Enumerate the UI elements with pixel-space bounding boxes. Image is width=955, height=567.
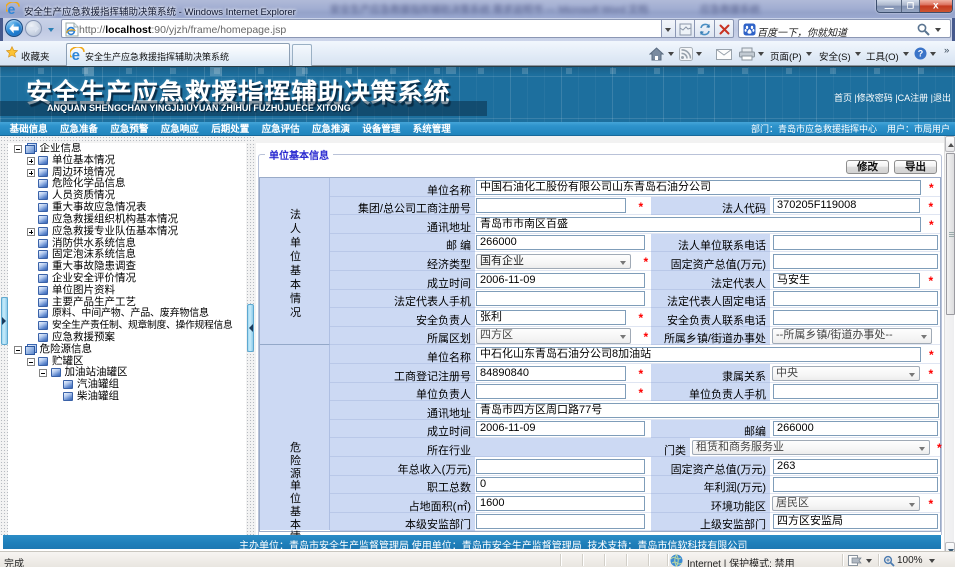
- svg-text:?: ?: [918, 49, 924, 59]
